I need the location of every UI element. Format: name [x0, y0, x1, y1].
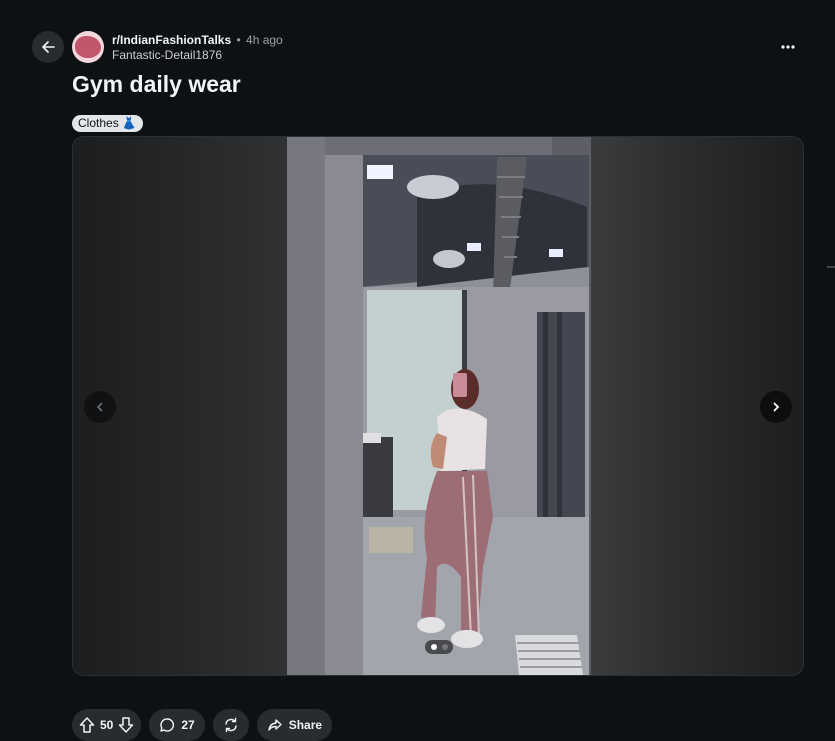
post-flair[interactable]: Clothes 👗	[72, 115, 143, 132]
downvote-arrow-icon[interactable]	[117, 716, 135, 734]
flair-label: Clothes	[78, 116, 119, 130]
previous-image-button[interactable]	[84, 391, 116, 423]
comments-button[interactable]: 27	[149, 709, 205, 741]
meta-separator: •	[236, 33, 241, 47]
share-label: Share	[288, 718, 323, 732]
subreddit-avatar[interactable]	[72, 31, 104, 63]
comment-bubble-icon	[159, 717, 175, 733]
crosspost-icon	[223, 717, 239, 733]
vote-control: 50	[72, 709, 142, 741]
back-button[interactable]	[32, 31, 64, 63]
scrollbar-marker[interactable]	[827, 266, 835, 268]
next-image-button[interactable]	[760, 391, 792, 423]
image-gallery[interactable]	[72, 136, 804, 676]
share-button[interactable]: Share	[256, 709, 333, 741]
more-options-button[interactable]	[772, 33, 804, 61]
post-time: 4h ago	[246, 33, 283, 47]
chevron-left-icon	[95, 402, 105, 412]
share-arrow-icon	[267, 717, 283, 733]
subreddit-logo	[75, 36, 101, 58]
comment-count: 27	[181, 718, 195, 732]
author-link[interactable]: Fantastic-Detail1876	[112, 48, 283, 63]
arrow-left-icon	[40, 39, 56, 55]
crosspost-button[interactable]	[212, 709, 249, 741]
chevron-right-icon	[771, 402, 781, 412]
more-horizontal-icon	[781, 45, 795, 49]
dress-emoji-icon: 👗	[121, 116, 137, 130]
post-title: Gym daily wear	[72, 71, 241, 97]
upvote-arrow-icon[interactable]	[78, 716, 96, 734]
pagination-dot-active[interactable]	[430, 644, 437, 650]
post-action-bar: 50 27 Share	[72, 709, 333, 741]
pagination-dot[interactable]	[441, 644, 448, 650]
gallery-pagination-dots	[425, 640, 453, 654]
vote-count: 50	[100, 718, 114, 732]
subreddit-link[interactable]: r/IndianFashionTalks	[112, 33, 231, 47]
post-meta: r/IndianFashionTalks • 4h ago Fantastic-…	[112, 33, 283, 63]
gallery-image[interactable]	[287, 137, 591, 675]
